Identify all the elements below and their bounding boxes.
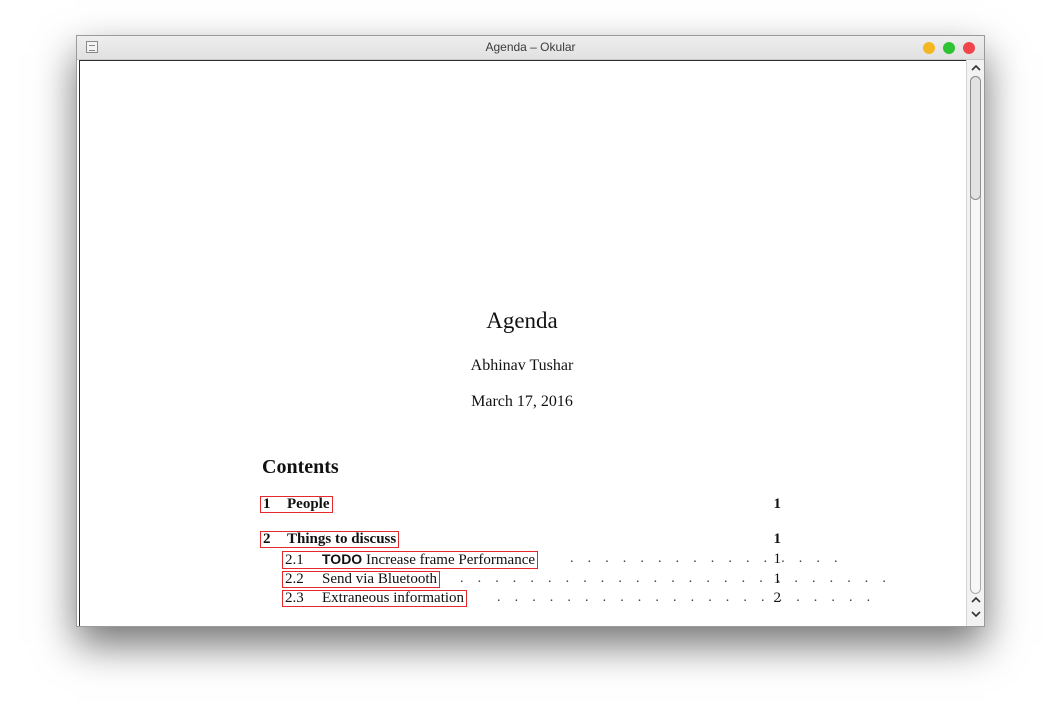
document-date: March 17, 2016 <box>471 393 573 410</box>
toc-link-extraneous-information[interactable]: 2.3 Extraneous information <box>282 590 468 607</box>
toc-leader-dots: . . . . . . . . . . . . . . . . <box>570 551 843 566</box>
toc-link-send-via-bluetooth[interactable]: 2.2 Send via Bluetooth <box>282 571 440 588</box>
document-viewport[interactable]: Agenda Abhinav Tushar March 17, 2016 Con… <box>79 60 966 626</box>
okular-window: Agenda – Okular Agenda Abhinav Tushar Ma… <box>76 35 985 627</box>
toc-page-number: 1 <box>773 551 782 567</box>
chevron-up-icon[interactable] <box>967 62 984 76</box>
toc-entry-people: 1 People 1 <box>80 496 964 514</box>
toc-link-people[interactable]: 1 People <box>260 496 333 513</box>
document-author: Abhinav Tushar <box>470 357 574 374</box>
close-button[interactable] <box>963 42 975 54</box>
toc-link-things-to-discuss[interactable]: 2 Things to discuss <box>260 531 400 548</box>
toc-page-number: 2 <box>773 590 782 606</box>
title-bar[interactable]: Agenda – Okular <box>77 36 984 60</box>
toc-entry-increase-frame-performance: 2.1 TODO Increase frame Performance . . .… <box>80 551 964 569</box>
vertical-scrollbar[interactable] <box>966 60 984 626</box>
toc-page-number: 1 <box>773 531 782 547</box>
maximize-button[interactable] <box>943 42 955 54</box>
minimize-button[interactable] <box>923 42 935 54</box>
scrollbar-thumb[interactable] <box>970 76 981 200</box>
toc-entry-things-to-discuss: 2 Things to discuss 1 <box>80 531 964 549</box>
toc-entry-send-via-bluetooth: 2.2 Send via Bluetooth . . . . . . . . . … <box>80 571 964 589</box>
toc-page-number: 1 <box>773 496 782 512</box>
window-title: Agenda – Okular <box>485 40 576 54</box>
contents-heading: Contents <box>262 456 339 478</box>
toc-leader-dots: . . . . . . . . . . . . . . . . . . . . … <box>460 571 892 586</box>
toc-leader-dots: . . . . . . . . . . . . . . . . . . . . … <box>497 590 876 605</box>
toc-link-increase-frame-performance[interactable]: 2.1 TODO Increase frame Performance <box>282 551 539 569</box>
todo-keyword: TODO <box>322 551 363 567</box>
chevron-up-icon[interactable] <box>967 594 984 608</box>
toc-entry-extraneous-information: 2.3 Extraneous information . . . . . . . … <box>80 590 964 608</box>
document-title: Agenda <box>486 308 558 333</box>
chevron-down-icon[interactable] <box>967 608 984 622</box>
toc-page-number: 1 <box>773 571 782 587</box>
